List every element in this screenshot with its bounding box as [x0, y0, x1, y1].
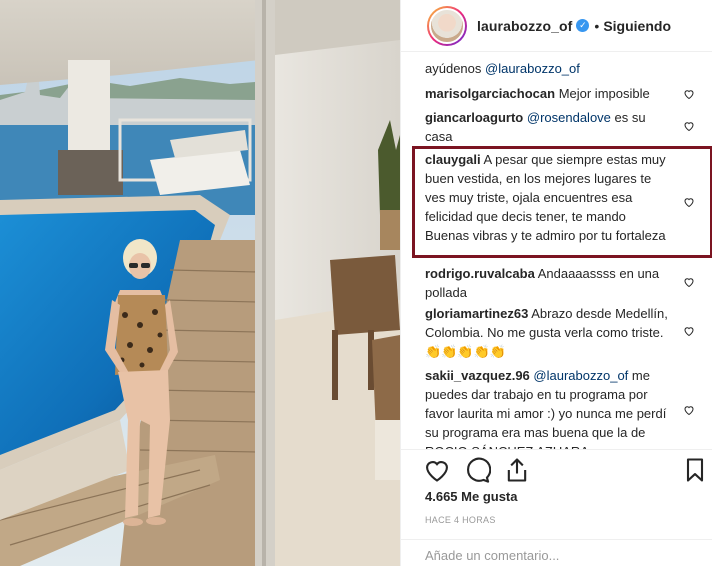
comment-mention[interactable]: @rosendalove — [527, 110, 611, 125]
header-username[interactable]: laurabozzo_of — [477, 18, 572, 34]
likes-count[interactable]: 4.665 Me gusta — [425, 489, 518, 504]
verified-badge-icon: ✓ — [576, 19, 590, 32]
post-header: laurabozzo_of ✓ • Siguiendo — [401, 0, 712, 52]
comment-like-heart-icon[interactable] — [683, 88, 695, 100]
comments-list[interactable]: ayúdenos @laurabozzo_of marisolgarciacho… — [401, 52, 712, 449]
comment-input[interactable] — [425, 548, 695, 563]
heart-icon[interactable] — [423, 456, 451, 484]
comment-like-heart-icon[interactable] — [683, 196, 695, 208]
comment-item: ayúdenos @laurabozzo_of — [425, 59, 709, 78]
comment-mention[interactable]: @laurabozzo_of — [533, 368, 628, 383]
bookmark-icon[interactable] — [681, 456, 709, 484]
post-panel: laurabozzo_of ✓ • Siguiendo ayúdenos @la… — [400, 0, 712, 566]
header-separator: • — [594, 17, 600, 34]
share-icon[interactable] — [503, 456, 531, 484]
comment-icon[interactable] — [463, 456, 491, 484]
comment-like-heart-icon[interactable] — [683, 276, 695, 288]
comment-mention[interactable]: @laurabozzo_of — [485, 61, 580, 76]
comment-item: clauygali A pesar que siempre estas muy … — [425, 150, 709, 245]
post-timestamp: HACE 4 HORAS — [425, 515, 496, 525]
comment-username[interactable]: gloriamartinez63 — [425, 306, 528, 321]
add-comment-bar — [401, 539, 712, 566]
comment-username[interactable]: marisolgarciachocan — [425, 86, 555, 101]
avatar[interactable] — [427, 5, 467, 46]
comment-text: ayúdenos — [425, 61, 485, 76]
comment-item: marisolgarciachocan Mejor imposible — [425, 84, 709, 103]
comment-like-heart-icon[interactable] — [683, 120, 695, 132]
action-bar — [401, 449, 712, 489]
comment-item: rodrigo.ruvalcaba Andaaaassss en una pol… — [425, 264, 709, 302]
comment-item: gloriamartinez63 Abrazo desde Medellín, … — [425, 304, 709, 361]
comment-item: sakii_vazquez.96 @laurabozzo_of me puede… — [425, 366, 709, 449]
comment-item: giancarloagurto @rosendalove es su casa — [425, 108, 709, 146]
comment-text: Mejor imposible — [558, 86, 650, 101]
comment-username[interactable]: rodrigo.ruvalcaba — [425, 266, 535, 281]
post-photo — [0, 0, 400, 566]
follow-status-button[interactable]: Siguiendo — [603, 18, 671, 34]
comment-username[interactable]: sakii_vazquez.96 — [425, 368, 530, 383]
comment-like-heart-icon[interactable] — [683, 404, 695, 416]
comment-username[interactable]: giancarloagurto — [425, 110, 523, 125]
comment-like-heart-icon[interactable] — [683, 325, 695, 337]
comment-username[interactable]: clauygali — [425, 152, 481, 167]
avatar-image — [429, 7, 465, 44]
